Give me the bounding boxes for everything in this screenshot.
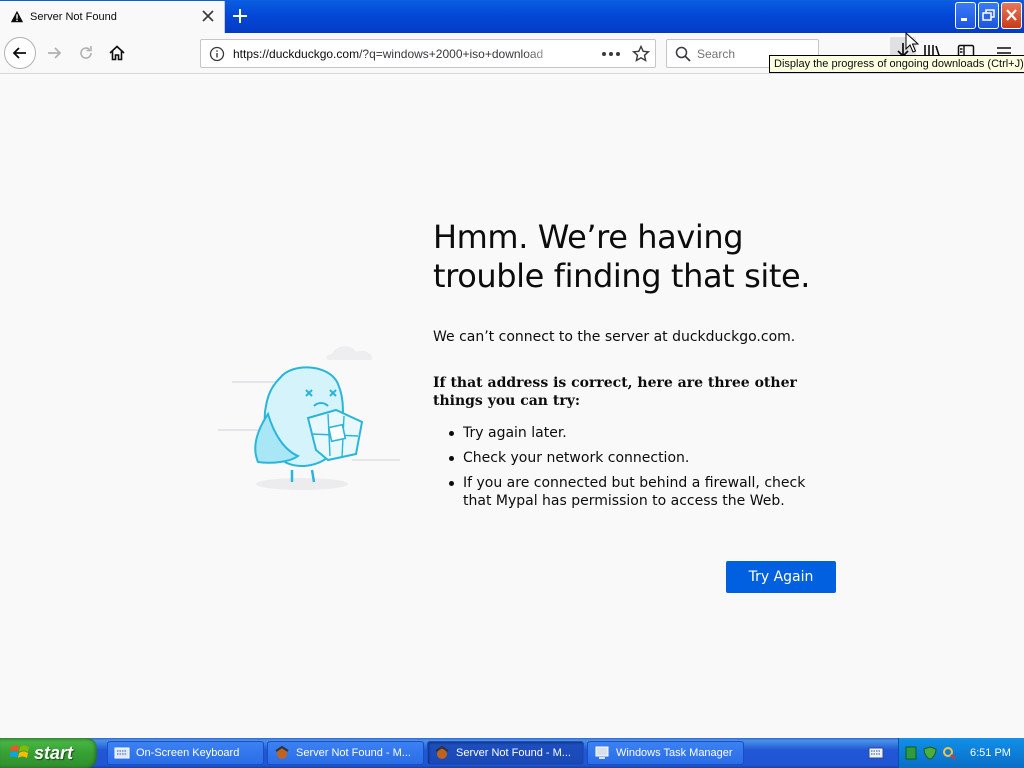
title-bar: Server Not Found [0,0,1024,33]
error-suggestion-heading: If that address is correct, here are thr… [433,375,797,409]
close-tab-icon[interactable] [201,9,215,23]
new-tab-icon[interactable] [230,6,250,26]
taskbar-item-label: Server Not Found - M... [456,747,571,759]
search-tray-icon[interactable] [942,746,956,760]
warning-icon [10,10,24,23]
start-button[interactable]: start [0,738,97,768]
page-actions-icon[interactable] [599,46,623,62]
taskbar-item-task-manager[interactable]: Windows Task Manager [587,741,744,765]
search-icon [675,46,691,62]
home-icon [109,45,125,61]
back-button[interactable] [4,37,36,69]
back-arrow-icon [12,47,26,59]
taskbar-item-mypal-2[interactable]: Server Not Found - M... [427,741,584,765]
forward-button[interactable] [38,37,70,69]
minimize-icon [961,18,967,21]
windows-logo-icon [10,745,29,758]
error-content: Hmm. We’re having trouble finding that s… [433,218,838,517]
taskbar-item-label: Server Not Found - M... [296,747,411,759]
taskbar-item-label: On-Screen Keyboard [136,747,240,759]
taskbar-item-label: Windows Task Manager [616,747,733,759]
clock: 6:51 PM [970,747,1011,759]
restore-button[interactable] [978,2,999,29]
bookmark-star-icon[interactable] [632,45,650,63]
url-text[interactable]: https://duckduckgo.com/?q=windows+2000+i… [233,47,563,61]
reload-icon [80,46,92,59]
url-bar[interactable]: https://duckduckgo.com/?q=windows+2000+i… [200,39,656,68]
taskbar-item-mypal-1[interactable]: Server Not Found - M... [267,741,424,765]
security-shield-icon[interactable] [923,746,937,760]
url-path: /?q=windows+2000+iso+download [359,46,544,61]
error-suggestion-list: Try again later. Check your network conn… [433,424,838,510]
try-again-button[interactable]: Try Again [726,561,836,593]
reload-button[interactable] [70,37,102,69]
tab-server-not-found[interactable]: Server Not Found [0,1,225,33]
list-item: If you are connected but behind a firewa… [447,474,838,510]
close-window-button[interactable] [1001,2,1022,29]
mypal-icon [435,745,449,759]
downloads-tooltip: Display the progress of ongoing download… [769,55,1024,73]
error-message: We can’t connect to the server at duckdu… [433,329,796,345]
error-title: Hmm. We’re having trouble finding that s… [433,218,811,295]
list-item: Check your network connection. [447,449,838,467]
forward-arrow-icon [48,47,62,59]
restore-icon [982,9,995,21]
taskbar-item-on-screen-keyboard[interactable]: On-Screen Keyboard [107,741,264,765]
taskbar: start On-Screen Keyboard Server Not Foun… [0,738,1024,768]
minimize-button[interactable] [955,2,976,29]
tab-title: Server Not Found [30,11,117,23]
keyboard-icon [114,747,130,759]
start-label: start [34,742,74,763]
keyboard-tray-icon[interactable] [868,746,884,760]
system-tray: 6:51 PM [898,738,1024,768]
network-icon[interactable] [904,746,918,760]
error-illustration-image [218,346,400,490]
mypal-icon [275,745,289,759]
task-manager-icon [595,746,609,759]
mouse-cursor-icon [905,32,919,53]
list-item: Try again later. [447,424,838,442]
home-button[interactable] [101,37,133,69]
close-icon [1006,9,1017,21]
url-host: https://duckduckgo.com [233,46,360,61]
info-icon[interactable] [209,46,225,62]
